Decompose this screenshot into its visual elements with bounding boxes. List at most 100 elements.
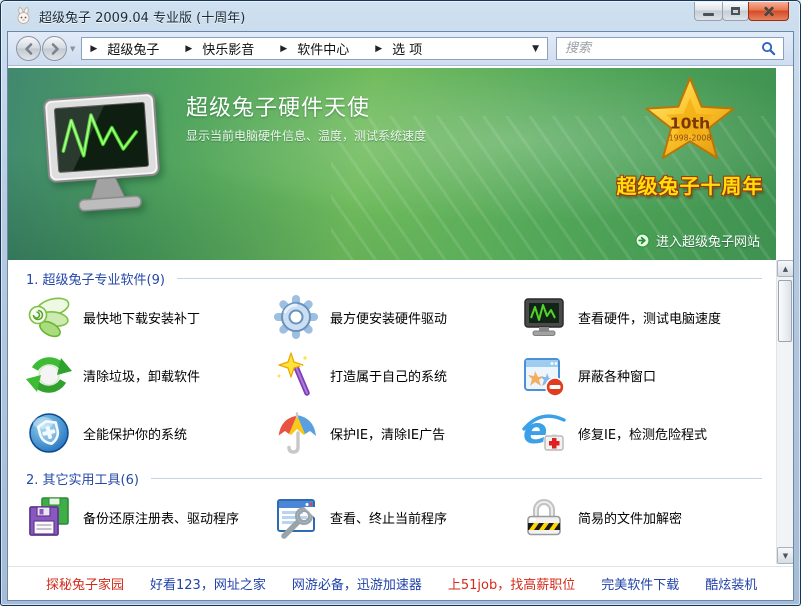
footer-link-51job[interactable]: 上51job，找高薪职位 bbox=[448, 574, 575, 593]
search-box[interactable] bbox=[556, 37, 784, 60]
section-title: 1. 超级兔子专业软件(9) bbox=[26, 272, 165, 288]
section-2-grid: 备份还原注册表、驱动程序 查看、终止当前程序 简易的文件加解密 bbox=[8, 488, 776, 546]
search-input[interactable] bbox=[563, 40, 759, 57]
breadcrumb-label[interactable]: 超级兔子 bbox=[107, 39, 159, 58]
gear-icon bbox=[274, 295, 318, 339]
item-label: 清除垃圾，卸载软件 bbox=[83, 369, 201, 385]
floppy-disks-icon bbox=[29, 497, 69, 536]
item-customize-system[interactable]: 打造属于自己的系统 bbox=[273, 346, 521, 404]
breadcrumb-label[interactable]: 选 项 bbox=[392, 39, 422, 58]
enter-website-label[interactable]: 进入超级兔子网站 bbox=[656, 231, 760, 250]
item-label: 保护IE，清除IE广告 bbox=[330, 427, 446, 443]
banner-text: 超级兔子硬件天使 显示当前电脑硬件信息、温度，测试系统速度 bbox=[186, 90, 426, 144]
breadcrumb-label[interactable]: 软件中心 bbox=[297, 39, 349, 58]
breadcrumb-dropdown-icon[interactable]: ▼ bbox=[532, 44, 539, 54]
item-block-popups[interactable]: 屏蔽各种窗口 bbox=[521, 346, 776, 404]
scroll-up-button[interactable]: ▲ bbox=[777, 260, 793, 277]
wing-icon bbox=[28, 297, 70, 338]
navigation-bar: ▼ ▶ 超级兔子 ▶ 快乐影音 ▶ 软件中心 ▶ 选 项 ▼ bbox=[8, 32, 793, 66]
scrollbar-thumb[interactable] bbox=[778, 280, 792, 342]
breadcrumb-separator-icon: ▶ bbox=[185, 43, 193, 54]
item-label: 最方便安装硬件驱动 bbox=[330, 311, 448, 327]
item-protect-ie[interactable]: 保护IE，清除IE广告 bbox=[273, 404, 521, 462]
close-button[interactable] bbox=[748, 2, 789, 21]
history-dropdown-icon[interactable]: ▼ bbox=[70, 45, 75, 53]
breadcrumb-separator-icon: ▶ bbox=[90, 43, 98, 54]
breadcrumb-item-software-center[interactable]: ▶ 软件中心 bbox=[280, 39, 349, 58]
minimize-icon bbox=[703, 12, 714, 16]
badge-years-text: 1998-2008 bbox=[669, 133, 712, 142]
scrollbar[interactable]: ▲ ▼ bbox=[776, 260, 793, 564]
maximize-button[interactable] bbox=[722, 2, 749, 21]
back-button[interactable] bbox=[16, 36, 41, 61]
breadcrumb-separator-icon: ▶ bbox=[375, 43, 383, 54]
scroll-down-icon: ▼ bbox=[782, 551, 789, 560]
padlock-icon bbox=[527, 499, 561, 536]
breadcrumb[interactable]: ▶ 超级兔子 ▶ 快乐影音 ▶ 软件中心 ▶ 选 项 ▼ bbox=[81, 37, 548, 60]
item-process-manager[interactable]: 查看、终止当前程序 bbox=[273, 488, 521, 546]
footer-link-xunyou[interactable]: 网游必备，迅游加速器 bbox=[292, 574, 422, 593]
forward-arrow-icon bbox=[51, 42, 59, 55]
footer-link-rabbit-home[interactable]: 探秘兔子家园 bbox=[46, 574, 124, 593]
scroll-down-button[interactable]: ▼ bbox=[777, 547, 793, 564]
minimize-button[interactable] bbox=[694, 2, 723, 21]
forward-button[interactable] bbox=[42, 36, 67, 61]
item-backup-registry[interactable]: 备份还原注册表、驱动程序 bbox=[26, 488, 273, 546]
green-arrow-icon bbox=[635, 233, 650, 248]
section-title: 2. 其它实用工具(6) bbox=[26, 472, 139, 488]
item-label: 屏蔽各种窗口 bbox=[578, 369, 657, 385]
item-label: 打造属于自己的系统 bbox=[330, 369, 448, 385]
titlebar[interactable]: 超级兔子 2009.04 专业版 (十周年) bbox=[7, 1, 794, 31]
enter-website-link[interactable]: 进入超级兔子网站 bbox=[635, 231, 760, 250]
badge-10th-text: 10th bbox=[670, 115, 710, 133]
rabbit-app-icon bbox=[17, 7, 30, 24]
search-button[interactable] bbox=[759, 40, 777, 58]
section-header-1: 1. 超级兔子专业软件(9) bbox=[26, 268, 762, 288]
item-clean-uninstall[interactable]: 清除垃圾，卸载软件 bbox=[26, 346, 273, 404]
shield-globe-icon bbox=[29, 413, 69, 453]
section-1-grid: 最快地下载安装补丁 最方便安装硬件驱动 查看硬件，测试电脑速度 清除垃圾，卸载软… bbox=[8, 288, 776, 462]
breadcrumb-label[interactable]: 快乐影音 bbox=[202, 39, 254, 58]
breadcrumb-item-options[interactable]: ▶ 选 项 bbox=[375, 39, 422, 58]
anniversary-badge: 10th 1998-2008 超级兔子十周年 bbox=[606, 74, 774, 199]
badge-caption: 超级兔子十周年 bbox=[616, 174, 764, 198]
breadcrumb-item-media[interactable]: ▶ 快乐影音 bbox=[185, 39, 254, 58]
item-check-hardware[interactable]: 查看硬件，测试电脑速度 bbox=[521, 288, 776, 346]
anniversary-star-icon: 10th 1998-2008 bbox=[645, 77, 735, 159]
item-label: 最快地下载安装补丁 bbox=[83, 311, 201, 327]
banner-title: 超级兔子硬件天使 bbox=[186, 96, 371, 121]
footer-link-perfect-soft[interactable]: 完美软件下载 bbox=[601, 574, 679, 593]
umbrella-icon bbox=[277, 412, 317, 454]
section-rule bbox=[150, 477, 762, 479]
section-header-2: 2. 其它实用工具(6) bbox=[26, 468, 762, 488]
footer-link-bar: 探秘兔子家园 好看123，网址之家 网游必备，迅游加速器 上51job，找高薪职… bbox=[8, 566, 793, 599]
item-install-drivers[interactable]: 最方便安装硬件驱动 bbox=[273, 288, 521, 346]
recycle-arrows-icon bbox=[26, 357, 72, 393]
banner-subtitle: 显示当前电脑硬件信息、温度，测试系统速度 bbox=[186, 129, 427, 143]
item-label: 简易的文件加解密 bbox=[578, 511, 683, 527]
item-protect-system[interactable]: 全能保护你的系统 bbox=[26, 404, 273, 462]
back-arrow-icon bbox=[24, 42, 32, 55]
magic-wand-icon bbox=[277, 352, 310, 396]
item-label: 全能保护你的系统 bbox=[83, 427, 188, 443]
item-label: 修复IE，检测危险程式 bbox=[578, 427, 708, 443]
item-label: 备份还原注册表、驱动程序 bbox=[83, 511, 240, 527]
scroll-up-icon: ▲ bbox=[782, 264, 789, 273]
breadcrumb-separator-icon: ▶ bbox=[280, 43, 288, 54]
item-repair-ie[interactable]: e 修复IE，检测危险程式 bbox=[521, 404, 776, 462]
ie-repair-icon: e bbox=[522, 411, 566, 452]
breadcrumb-item-home[interactable]: ▶ 超级兔子 bbox=[90, 39, 159, 58]
footer-link-cool-install[interactable]: 酷炫装机 bbox=[705, 574, 757, 593]
item-file-encrypt[interactable]: 简易的文件加解密 bbox=[521, 488, 776, 546]
hardware-monitor-icon bbox=[524, 298, 564, 336]
search-icon bbox=[761, 42, 775, 56]
item-download-patches[interactable]: 最快地下载安装补丁 bbox=[26, 288, 273, 346]
app-window: 超级兔子 2009.04 专业版 (十周年) ▼ ▶ 超级兔子 ▶ 快乐影音 ▶… bbox=[0, 0, 801, 606]
section-rule bbox=[176, 277, 762, 279]
window-title: 超级兔子 2009.04 专业版 (十周年) bbox=[39, 10, 246, 26]
item-label: 查看硬件，测试电脑速度 bbox=[578, 311, 722, 327]
content-area: 超级兔子硬件天使 显示当前电脑硬件信息、温度，测试系统速度 10th 1998-… bbox=[8, 66, 793, 566]
client-area: ▼ ▶ 超级兔子 ▶ 快乐影音 ▶ 软件中心 ▶ 选 项 ▼ 搜索 超级兔子硬件… bbox=[7, 31, 794, 601]
footer-link-haokan123[interactable]: 好看123，网址之家 bbox=[150, 574, 266, 593]
maximize-icon bbox=[731, 7, 740, 15]
